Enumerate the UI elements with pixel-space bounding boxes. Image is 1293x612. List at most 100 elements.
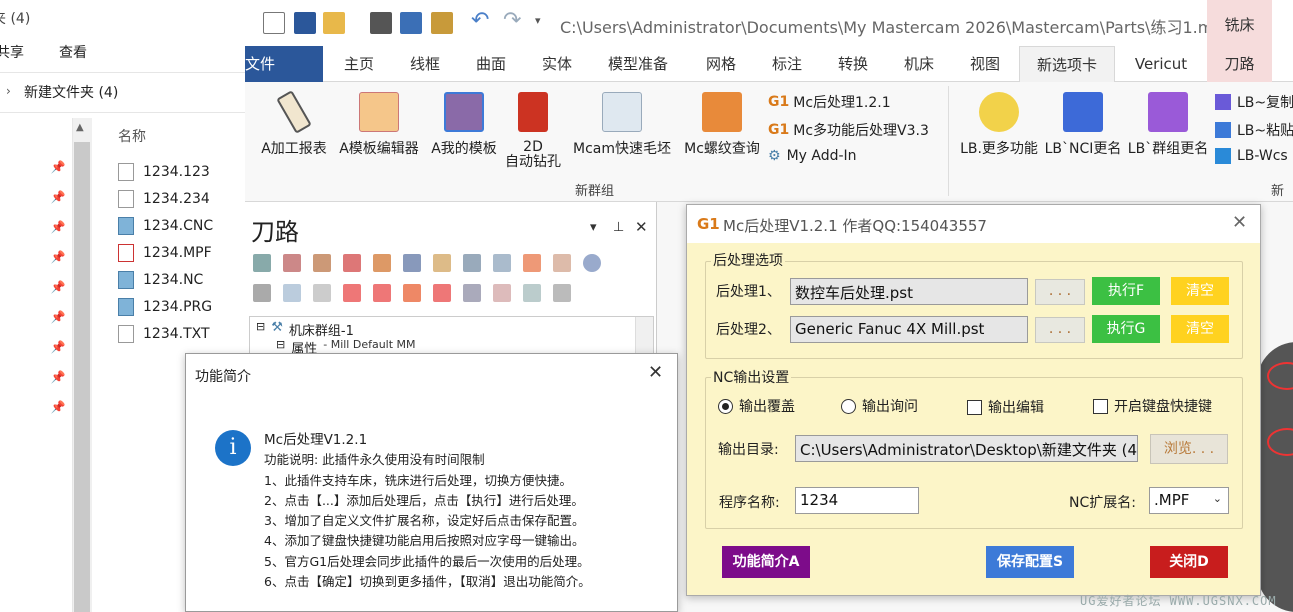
file-item[interactable]: 1234.NC <box>118 266 203 293</box>
folder-item[interactable]: 新建文件夹 (4) <box>24 82 118 102</box>
radio-unselected[interactable] <box>841 398 856 414</box>
pin-icon[interactable]: 📌 <box>48 160 68 190</box>
lock-icon[interactable] <box>253 284 271 302</box>
close-panel-icon[interactable]: ✕ <box>635 218 648 236</box>
pin-panel-icon[interactable]: ⊥ <box>613 220 624 235</box>
wand-icon[interactable] <box>553 254 571 272</box>
undo-icon[interactable]: ↶ <box>471 8 489 33</box>
up-down-icon[interactable] <box>433 284 451 302</box>
browse-post1-button[interactable]: . . . <box>1035 279 1085 305</box>
pin-icon[interactable]: 📌 <box>48 250 68 280</box>
close-icon[interactable]: ✕ <box>1232 212 1247 233</box>
pin-icon[interactable]: 📌 <box>48 370 68 400</box>
close-button[interactable]: 关闭D <box>1150 546 1228 578</box>
tab-solids[interactable]: 实体 <box>529 46 585 82</box>
close-icon[interactable]: ✕ <box>648 362 663 383</box>
checkbox-keyboard-shortcuts[interactable]: 开启键盘快捷键 <box>1093 396 1212 416</box>
file-item[interactable]: 1234.CNC <box>118 212 213 239</box>
tab-transform[interactable]: 转换 <box>825 46 881 82</box>
tab-drafting[interactable]: 标注 <box>759 46 815 82</box>
save-icon[interactable] <box>294 12 316 34</box>
tab-toolpaths[interactable]: 刀路 <box>1207 46 1272 82</box>
collapse-icon[interactable]: ⊟ <box>256 320 265 339</box>
edit-icon[interactable] <box>400 12 422 34</box>
scrollbar-thumb[interactable] <box>74 142 90 612</box>
move-up-icon[interactable] <box>373 284 391 302</box>
regen-dirty-icon[interactable] <box>343 254 361 272</box>
pin-icon[interactable]: 📌 <box>48 340 68 370</box>
ribbon-button-template-editor[interactable]: A模板编辑器 <box>335 88 423 158</box>
chevron-down-icon[interactable]: ⌄ <box>1213 492 1222 505</box>
checkbox[interactable] <box>1093 398 1108 414</box>
info-button[interactable]: 功能简介A <box>722 546 810 578</box>
ribbon-button-group-rename[interactable]: LB`群组更名 <box>1125 88 1211 158</box>
post1-field[interactable]: 数控车后处理.pst <box>790 278 1028 305</box>
tree-item-machine-group[interactable]: ⊟ ⚒ 机床群组-1 <box>256 320 354 339</box>
ghost-icon[interactable] <box>313 284 331 302</box>
scroll-up-icon[interactable]: ▲ <box>76 122 84 133</box>
ribbon-item-post-multi[interactable]: G1 Mc多功能后处理V3.3 <box>768 120 929 140</box>
checkbox-output-edit[interactable]: 输出编辑 <box>967 397 1044 417</box>
tab-surfaces[interactable]: 曲面 <box>463 46 519 82</box>
tab-vericut[interactable]: Vericut <box>1123 46 1199 82</box>
new-file-icon[interactable] <box>263 12 285 34</box>
simulate-icon[interactable] <box>373 254 391 272</box>
column-header-name[interactable]: 名称 <box>118 126 146 146</box>
tab-mesh[interactable]: 网格 <box>693 46 749 82</box>
program-name-input[interactable]: 1234 <box>795 487 919 514</box>
deselect-icon[interactable] <box>283 254 301 272</box>
ribbon-button-auto-drill[interactable]: 2D 自动钻孔 <box>503 88 563 170</box>
file-item[interactable]: 1234.TXT <box>118 320 210 347</box>
file-item[interactable]: 1234.MPF <box>118 239 212 266</box>
output-dir-field[interactable]: C:\Users\Administrator\Desktop\新建文件夹 (4) <box>795 435 1138 462</box>
settings-icon[interactable] <box>553 284 571 302</box>
properties-icon[interactable] <box>431 12 453 34</box>
radio-selected[interactable] <box>718 398 733 414</box>
post2-field[interactable]: Generic Fanuc 4X Mill.pst <box>790 316 1028 343</box>
tab-machine[interactable]: 机床 <box>891 46 947 82</box>
tab-wireframe[interactable]: 线框 <box>397 46 453 82</box>
ribbon-button-my-template[interactable]: A我的模板 <box>427 88 501 158</box>
radio-output-ask[interactable]: 输出询问 <box>841 396 918 416</box>
pin-icon[interactable]: 📌 <box>48 280 68 310</box>
display-options-icon[interactable] <box>523 284 541 302</box>
backplot-icon[interactable] <box>403 254 421 272</box>
ribbon-item-addin[interactable]: ⚙ My Add-In <box>768 148 857 164</box>
redo-icon[interactable]: ↷ <box>503 8 521 33</box>
file-item[interactable]: 1234.234 <box>118 185 210 212</box>
radio-output-overwrite[interactable]: 输出覆盖 <box>718 396 795 416</box>
ribbon-item-post1[interactable]: G1 Mc后处理1.2.1 <box>768 92 891 112</box>
ribbon-item-paste[interactable]: LB~粘贴 <box>1215 120 1293 140</box>
goto-icon[interactable] <box>523 254 541 272</box>
wave-icon[interactable] <box>283 284 301 302</box>
clear-post1-button[interactable]: 清空 <box>1171 277 1229 305</box>
nc-extension-select[interactable]: .MPF ⌄ <box>1149 487 1229 514</box>
lathe-icon[interactable] <box>463 254 481 272</box>
regen-icon[interactable] <box>313 254 331 272</box>
trim-icon[interactable] <box>463 284 481 302</box>
ribbon-button-report[interactable]: A加工报表 <box>257 88 331 158</box>
open-icon[interactable] <box>323 12 345 34</box>
checkbox[interactable] <box>967 399 982 415</box>
menu-view[interactable]: 查看 <box>59 42 87 62</box>
tab-new-tab[interactable]: 新选项卡 <box>1019 46 1115 83</box>
clear-post2-button[interactable]: 清空 <box>1171 315 1229 343</box>
file-item[interactable]: 1234.123 <box>118 158 210 185</box>
ribbon-button-quick-stock[interactable]: Mcam快速毛坯 <box>567 88 677 158</box>
pin-icon[interactable]: 📌 <box>48 220 68 250</box>
pin-icon[interactable]: 📌 <box>48 310 68 340</box>
ribbon-item-wcs[interactable]: LB-Wcs <box>1215 148 1288 164</box>
execute-g-button[interactable]: 执行G <box>1092 315 1160 343</box>
move-down-icon[interactable] <box>343 284 361 302</box>
browse-dir-button[interactable]: 浏览. . . <box>1150 434 1228 464</box>
ribbon-button-more[interactable]: LB.更多功能 <box>957 88 1041 158</box>
print-icon[interactable] <box>370 12 392 34</box>
ribbon-button-nci-rename[interactable]: LB`NCI更名 <box>1041 88 1125 158</box>
tab-view[interactable]: 视图 <box>957 46 1013 82</box>
chevron-right-icon[interactable]: › <box>6 84 11 98</box>
tab-home[interactable]: 主页 <box>331 46 387 82</box>
file-item[interactable]: 1234.PRG <box>118 293 212 320</box>
select-all-icon[interactable] <box>253 254 271 272</box>
customize-dropdown-icon[interactable]: ▾ <box>535 14 541 27</box>
pin-icon[interactable]: 📌 <box>48 190 68 220</box>
